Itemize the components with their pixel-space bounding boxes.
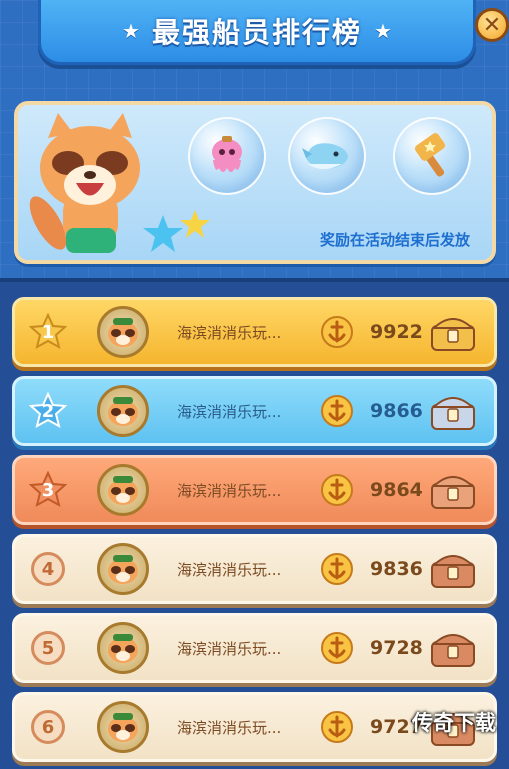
star-icon [143,210,210,252]
octopus-icon [212,136,242,172]
rank-number: 5 [41,637,55,659]
avatar[interactable] [97,385,149,437]
avatar[interactable] [97,622,149,674]
anchor-icon [321,316,353,348]
player-name: 海滨消消乐玩... [177,323,282,342]
whale-icon [302,143,348,169]
player-name: 海滨消消乐玩... [177,560,282,579]
leaderboard-row[interactable]: 3 海滨消消乐玩... 9864 [12,455,497,525]
rank-number: 2 [41,400,55,422]
avatar[interactable] [97,306,149,358]
leaderboard-row[interactable]: 1 海滨消消乐玩... 9922 [12,297,497,367]
rank-number: 1 [41,321,55,343]
avatar[interactable] [97,464,149,516]
leaderboard-row[interactable]: 5 海滨消消乐玩... 9728 [12,613,497,683]
anchor-icon [321,632,353,664]
rank-badge: 5 [31,631,65,665]
chest-icon[interactable] [428,389,478,433]
leaderboard-row[interactable]: 4 海滨消消乐玩... 9836 [12,534,497,604]
chest-icon[interactable] [428,310,478,354]
player-name: 海滨消消乐玩... [177,402,282,421]
rank-number: 6 [41,716,55,738]
star-icon: ★ [122,19,140,43]
anchor-icon [321,553,353,585]
reward-bubble[interactable] [188,117,266,195]
raccoon-avatar-icon [108,634,138,663]
raccoon-mascot [29,113,140,253]
rank-number: 4 [41,558,55,580]
title-banner: ★ 最强船员排行榜 ★ [38,0,476,65]
score: 9836 [370,558,423,580]
rank-badge: 3 [29,471,67,507]
anchor-icon [321,395,353,427]
avatar[interactable] [97,543,149,595]
chest-icon[interactable] [428,547,478,591]
star-icon: ★ [374,19,392,43]
score: 9864 [370,479,423,501]
rank-badge: 2 [29,392,67,428]
score: 9728 [370,637,423,659]
reward-bubble[interactable] [393,117,471,195]
page-title: 最强船员排行榜 [151,16,362,49]
raccoon-avatar-icon [108,318,138,347]
anchor-icon [321,711,353,743]
reward-panel: 奖励在活动结束后发放 [14,101,496,264]
score: 9922 [370,321,423,343]
player-name: 海滨消消乐玩... [177,639,282,658]
hammer-icon [414,133,446,177]
close-button[interactable]: ✕ [475,8,509,42]
rank-badge: 1 [29,313,67,349]
player-name: 海滨消消乐玩... [177,718,282,737]
anchor-icon [321,474,353,506]
raccoon-avatar-icon [108,476,138,505]
reward-note: 奖励在活动结束后发放 [319,231,470,249]
raccoon-avatar-icon [108,397,138,426]
leaderboard-row[interactable]: 2 海滨消消乐玩... 9866 [12,376,497,446]
reward-bubble[interactable] [288,117,366,195]
raccoon-avatar-icon [108,713,138,742]
rank-number: 3 [41,479,55,501]
raccoon-avatar-icon [108,555,138,584]
avatar[interactable] [97,701,149,753]
watermark-text: 传奇下载 [412,711,496,735]
chest-icon[interactable] [428,468,478,512]
player-name: 海滨消消乐玩... [177,481,282,500]
score: 9866 [370,400,423,422]
rank-badge: 4 [31,552,65,586]
chest-icon[interactable] [428,626,478,670]
rank-badge: 6 [31,710,65,744]
